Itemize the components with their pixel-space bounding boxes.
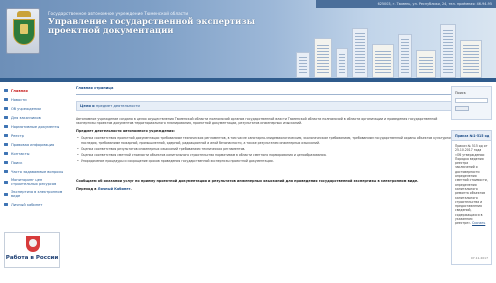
page-title-bold: Цели и bbox=[80, 104, 95, 108]
divider bbox=[76, 94, 456, 95]
building-icon bbox=[460, 40, 482, 78]
news-text: Приказ № 515 од от 25.10.2017 года «Об у… bbox=[455, 144, 488, 226]
breadcrumb[interactable]: Главная страница bbox=[76, 86, 456, 94]
arrow-icon bbox=[4, 152, 8, 155]
arrow-icon bbox=[4, 203, 8, 206]
arrow-icon bbox=[4, 161, 8, 164]
news-date: 07.11.2017 bbox=[470, 256, 488, 260]
sidebar-item-contacts[interactable]: Контакты bbox=[2, 149, 64, 158]
nav-strip bbox=[0, 78, 496, 82]
sidebar-item-faq[interactable]: Часто задаваемые вопросы bbox=[2, 167, 64, 176]
sidebar-item-price-monitoring[interactable]: Мониторинг цен строительных ресурсов bbox=[2, 176, 64, 188]
sidebar-item-e-expertise[interactable]: Экспертиза в электронном виде bbox=[2, 188, 64, 200]
org-title[interactable]: Управление государственной экспертизы пр… bbox=[48, 17, 255, 35]
list-item: Оценка соответствия результатов инженерн… bbox=[76, 147, 456, 151]
crown-icon bbox=[17, 11, 31, 17]
sidebar-menu: Главная Новости Об учреждении Для заказч… bbox=[2, 86, 64, 209]
building-icon bbox=[372, 44, 394, 78]
building-icon bbox=[416, 50, 436, 78]
sidebar-item-registry[interactable]: Реестр bbox=[2, 131, 64, 140]
right-column: Поиск Приказ №1-515 од Приказ № 515 од о… bbox=[451, 86, 492, 265]
main-content: Главная страница Цели и предмет деятельн… bbox=[76, 86, 456, 191]
building-icon bbox=[336, 48, 348, 78]
sidebar-item-cabinet[interactable]: Личный кабинет bbox=[2, 200, 64, 209]
building-icon bbox=[314, 38, 332, 78]
subject-heading: Предмет деятельности автономного учрежде… bbox=[76, 129, 175, 134]
sidebar-item-regulations[interactable]: Нормативные документы bbox=[2, 122, 64, 131]
search-input[interactable] bbox=[455, 98, 488, 103]
search-label: Поиск bbox=[455, 91, 466, 95]
arrow-icon bbox=[4, 98, 8, 101]
coat-of-arms-icon[interactable] bbox=[6, 8, 40, 54]
page-title-rest: предмет деятельности bbox=[95, 104, 140, 108]
news-title[interactable]: Приказ №1-515 од bbox=[452, 131, 491, 141]
city-skyline-image bbox=[288, 20, 488, 78]
arrow-icon bbox=[4, 180, 8, 184]
list-item: Оценка соответствия проектной документац… bbox=[76, 136, 456, 144]
shield-icon bbox=[13, 19, 35, 45]
sidebar-item-news[interactable]: Новости bbox=[2, 95, 64, 104]
news-panel: Приказ №1-515 од Приказ № 515 од от 25.1… bbox=[451, 130, 492, 265]
building-icon bbox=[296, 52, 310, 78]
arrow-icon bbox=[4, 170, 8, 173]
arrow-icon bbox=[4, 116, 8, 119]
arrow-icon bbox=[4, 134, 8, 137]
sidebar-item-legal[interactable]: Правовая информация bbox=[2, 140, 64, 149]
page-title: Цели и предмет деятельности bbox=[76, 101, 456, 111]
cabinet-suffix: . bbox=[130, 187, 132, 192]
list-item: Оценка соответствия сметной стоимости об… bbox=[76, 153, 456, 157]
cabinet-link[interactable]: Личный Кабинет bbox=[98, 187, 131, 191]
download-link[interactable]: Скачать bbox=[472, 221, 485, 225]
contact-bar: 625003, г. Тюмень, ул. Республики, 24, т… bbox=[316, 0, 496, 8]
arrow-icon bbox=[4, 107, 8, 110]
sidebar-item-about[interactable]: Об учреждении bbox=[2, 104, 64, 113]
cabinet-prefix: Переход в bbox=[76, 187, 97, 192]
site-header: 625003, г. Тюмень, ул. Республики, 24, т… bbox=[0, 0, 496, 78]
intro-paragraph: Автономное учреждение создано в целях ос… bbox=[76, 117, 438, 126]
rabota-logo-icon bbox=[26, 236, 40, 252]
building-icon bbox=[398, 34, 412, 78]
arrow-icon bbox=[4, 192, 8, 196]
e-service-notice: Сообщаем об оказании услуг по приему про… bbox=[76, 179, 419, 184]
sidebar-item-home[interactable]: Главная bbox=[2, 86, 64, 95]
rabota-v-rossii-banner[interactable]: Работа в России bbox=[4, 232, 60, 268]
search-panel: Поиск bbox=[451, 86, 492, 120]
building-icon bbox=[352, 28, 368, 78]
list-item: Упорядочение процедуры и сокращение срок… bbox=[76, 159, 456, 163]
banner-text: Работа в России bbox=[5, 255, 59, 261]
building-icon bbox=[440, 24, 456, 78]
arrow-icon bbox=[4, 125, 8, 128]
search-button[interactable] bbox=[455, 106, 469, 111]
arrow-icon bbox=[4, 89, 8, 92]
org-title-line2: проектной документации bbox=[48, 25, 174, 35]
subject-list: Оценка соответствия проектной документац… bbox=[76, 136, 456, 163]
sidebar-item-customers[interactable]: Для заказчиков bbox=[2, 113, 64, 122]
sidebar-item-search[interactable]: Поиск bbox=[2, 158, 64, 167]
arrow-icon bbox=[4, 143, 8, 146]
news-body: Приказ № 515 од от 25.10.2017 года «Об у… bbox=[452, 141, 491, 229]
cabinet-line: Переход в Личный Кабинет. bbox=[76, 187, 456, 191]
